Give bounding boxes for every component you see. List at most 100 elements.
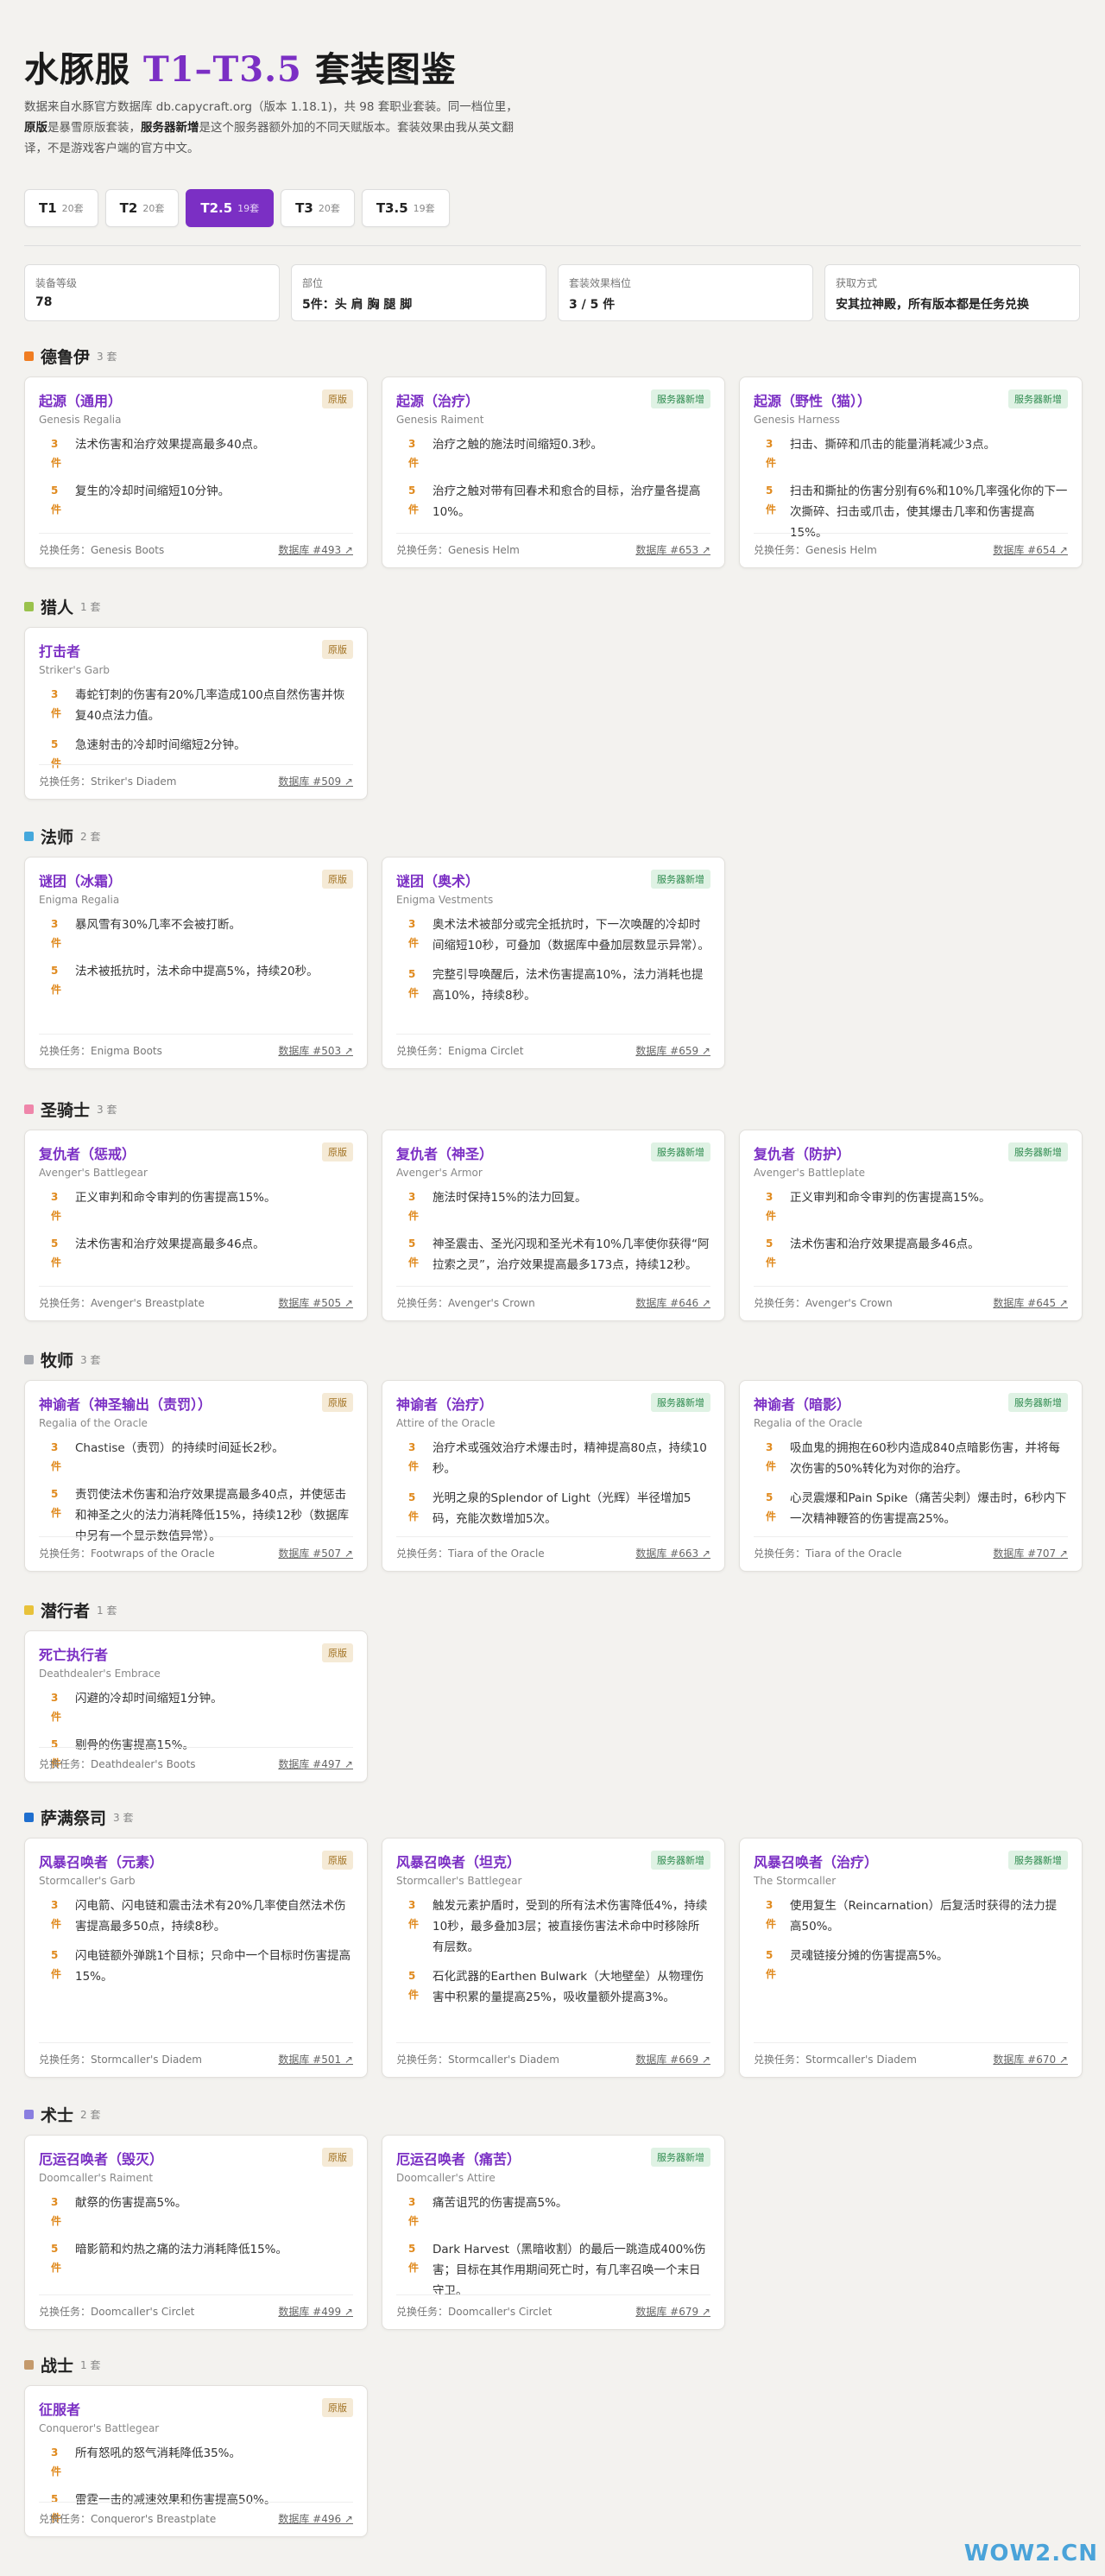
card-footer: 兑换任务：Doomcaller's Circlet 数据库 #499 ↗: [39, 2294, 353, 2319]
set-card: 风暴召唤者（坦克） Stormcaller's Battlegear 服务器新增 3件…: [382, 1838, 725, 2078]
set-english-name: Doomcaller's Attire: [396, 2172, 496, 2184]
set-english-name: Enigma Vestments: [396, 894, 494, 906]
bonus-3pc: 3件 痛苦诅咒的伤害提高5%。: [396, 2193, 710, 2231]
bonus-text: 神圣震击、圣光闪现和圣光术有10%几率使你获得“阿拉索之灵”，治疗效果提高最多1…: [433, 1237, 710, 1272]
card-footer: 兑换任务：Deathdealer's Boots 数据库 #497 ↗: [39, 1747, 353, 1771]
card-footer: 兑换任务：Avenger's Breastplate 数据库 #505 ↗: [39, 1286, 353, 1310]
class-section: 牧师 3 套神谕者（神圣输出（责罚）） Regalia of the Oracle 原…: [24, 1349, 1083, 1572]
tab-t3[interactable]: T3 20套: [281, 189, 355, 227]
bonus-5pc: 5件 石化武器的Earthen Bulwark（大地壁垒）从物理伤害中积累的量提高…: [396, 1966, 710, 2008]
set-card: 厄运召唤者（毁灭） Doomcaller's Raiment 原版 3件 献祭的伤害提高…: [24, 2135, 368, 2330]
section-header: 潜行者 1 套: [24, 1599, 117, 1621]
card-footer: 兑换任务：Striker's Diadem 数据库 #509 ↗: [39, 764, 353, 788]
set-english-name: Stormcaller's Battlegear: [396, 1875, 522, 1887]
database-link[interactable]: 数据库 #505 ↗: [278, 1295, 353, 1310]
bonus-3pc: 3件 法术伤害和治疗效果提高最多40点。: [39, 434, 353, 472]
database-link[interactable]: 数据库 #679 ↗: [635, 2304, 710, 2319]
database-link[interactable]: 数据库 #663 ↗: [635, 1546, 710, 1560]
section-title: 战士: [41, 2356, 74, 2376]
section-count: 1 套: [97, 1604, 117, 1617]
bonus-3pc: 3件 闪避的冷却时间缩短1分钟。: [39, 1688, 353, 1726]
section-title: 牧师: [41, 1351, 74, 1370]
quest-label: 兑换任务：Avenger's Crown: [396, 1297, 535, 1309]
set-card: 神谕者（治疗） Attire of the Oracle 服务器新增 3件 治疗术或强效…: [382, 1380, 725, 1572]
quest-label: 兑换任务：Doomcaller's Circlet: [396, 2306, 552, 2318]
database-link[interactable]: 数据库 #499 ↗: [278, 2304, 353, 2319]
section-header: 圣骑士 3 套: [24, 1098, 117, 1120]
set-card: 谜团（冰霜） Enigma Regalia 原版 3件 暴风雪有30%几率不会被打断。 5…: [24, 857, 368, 1069]
database-link[interactable]: 数据库 #645 ↗: [993, 1295, 1068, 1310]
set-name: 征服者: [39, 2402, 81, 2418]
version-badge: 原版: [322, 640, 353, 659]
class-color-square: [24, 351, 34, 361]
bonus-5pc: 5件 治疗之触对带有回春术和愈合的目标，治疗量各提高10%。: [396, 481, 710, 522]
piece-label: 5件: [51, 2243, 62, 2274]
database-link[interactable]: 数据库 #509 ↗: [278, 774, 353, 788]
version-badge: 服务器新增: [651, 870, 710, 889]
tab-t2-5[interactable]: T2.5 19套: [186, 189, 275, 227]
bonus-text: 法术伤害和治疗效果提高最多40点。: [75, 438, 265, 452]
database-link[interactable]: 数据库 #501 ↗: [278, 2052, 353, 2066]
bonus-text: 正义审判和命令审判的伤害提高15%。: [790, 1191, 991, 1205]
set-english-name: Deathdealer's Embrace: [39, 1668, 161, 1680]
tab-t1[interactable]: T1 20套: [24, 189, 98, 227]
database-link[interactable]: 数据库 #659 ↗: [635, 1043, 710, 1058]
tab-t2[interactable]: T2 20套: [104, 189, 180, 227]
set-english-name: Avenger's Battlegear: [39, 1167, 148, 1179]
card-footer: 兑换任务：Stormcaller's Diadem 数据库 #501 ↗: [39, 2042, 353, 2066]
bonus-5pc: 5件 心灵震爆和Pain Spike（痛苦尖刺）爆击时，6秒内下一次精神鞭笞的伤害…: [754, 1488, 1068, 1529]
bonus-5pc: 5件 光明之泉的Splendor of Light（光辉）半径增加5码，充能次数增…: [396, 1488, 710, 1529]
database-link[interactable]: 数据库 #670 ↗: [993, 2052, 1068, 2066]
set-name: 起源（通用）: [39, 393, 123, 409]
bonus-3pc: 3件 所有怒吼的怒气消耗降低35%。: [39, 2443, 353, 2481]
section-title: 萨满祭司: [41, 1808, 107, 1828]
set-card: 复仇者（惩戒） Avenger's Battlegear 原版 3件 正义审判和命令审判…: [24, 1130, 368, 1321]
set-card: 神谕者（神圣输出（责罚）） Regalia of the Oracle 原版 3件 Ch…: [24, 1380, 368, 1572]
version-badge: 服务器新增: [1008, 1851, 1068, 1870]
bonus-text: 完整引导唤醒后，法术伤害提高10%，法力消耗也提高10%，持续8秒。: [433, 968, 704, 1003]
quest-label: 兑换任务：Stormcaller's Diadem: [39, 2054, 202, 2066]
tab-t3-5[interactable]: T3.5 19套: [361, 189, 450, 227]
database-link[interactable]: 数据库 #653 ↗: [635, 542, 710, 557]
database-link[interactable]: 数据库 #669 ↗: [635, 2052, 710, 2066]
set-card: 谜团（奥术） Enigma Vestments 服务器新增 3件 奥术法术被部分或完全抵…: [382, 857, 725, 1069]
bonus-text: 施法时保持15%的法力回复。: [433, 1191, 587, 1205]
info-item-level: 装备等级 78: [24, 264, 280, 321]
database-link[interactable]: 数据库 #507 ↗: [278, 1546, 353, 1560]
card-footer: 兑换任务：Genesis Helm 数据库 #653 ↗: [396, 533, 710, 557]
card-row: 复仇者（惩戒） Avenger's Battlegear 原版 3件 正义审判和命令审判…: [24, 1130, 1083, 1321]
card-row: 谜团（冰霜） Enigma Regalia 原版 3件 暴风雪有30%几率不会被打断。 5…: [24, 857, 725, 1069]
class-section: 法师 2 套谜团（冰霜） Enigma Regalia 原版 3件 暴风雪有30%几率不会…: [24, 826, 725, 1069]
bonus-text: 灵魂链接分摊的伤害提高5%。: [790, 1949, 949, 1963]
bonus-text: 法术被抵抗时，法术命中提高5%，持续20秒。: [75, 965, 319, 978]
section-count: 2 套: [80, 830, 101, 843]
set-card: 复仇者（防护） Avenger's Battleplate 服务器新增 3件 正义审判和…: [739, 1130, 1083, 1321]
bonus-text: 扫击、撕碎和爪击的能量消耗减少3点。: [790, 438, 996, 452]
quest-label: 兑换任务：Tiara of the Oracle: [754, 1547, 902, 1560]
database-link[interactable]: 数据库 #707 ↗: [993, 1546, 1068, 1560]
database-link[interactable]: 数据库 #654 ↗: [993, 542, 1068, 557]
database-link[interactable]: 数据库 #503 ↗: [278, 1043, 353, 1058]
bonus-text: 治疗之触对带有回春术和愈合的目标，治疗量各提高10%。: [433, 484, 701, 519]
section-count: 3 套: [80, 1353, 101, 1366]
set-english-name: Regalia of the Oracle: [754, 1417, 862, 1429]
set-english-name: Attire of the Oracle: [396, 1417, 496, 1429]
card-footer: 兑换任务：Avenger's Crown 数据库 #646 ↗: [396, 1286, 710, 1310]
bonus-5pc: 5件 完整引导唤醒后，法术伤害提高10%，法力消耗也提高10%，持续8秒。: [396, 965, 710, 1006]
class-section: 萨满祭司 3 套风暴召唤者（元素） Stormcaller's Garb 原版 3件 闪电…: [24, 1807, 1083, 2078]
database-link[interactable]: 数据库 #497 ↗: [278, 1756, 353, 1771]
database-link[interactable]: 数据库 #493 ↗: [278, 542, 353, 557]
set-name: 谜团（冰霜）: [39, 873, 123, 889]
bonus-3pc: 3件 闪电箭、闪电链和震击法术有20%几率使自然法术伤害提高最多50点，持续8秒。: [39, 1896, 353, 1937]
bonus-5pc: 5件 神圣震击、圣光闪现和圣光术有10%几率使你获得“阿拉索之灵”，治疗效果提高最…: [396, 1234, 710, 1275]
piece-label: 5件: [51, 484, 62, 516]
section-header: 牧师 3 套: [24, 1349, 100, 1370]
database-link[interactable]: 数据库 #646 ↗: [635, 1295, 710, 1310]
database-link[interactable]: 数据库 #496 ↗: [278, 2511, 353, 2526]
bonus-text: 法术伤害和治疗效果提高最多46点。: [75, 1237, 265, 1251]
bonus-text: 正义审判和命令审判的伤害提高15%。: [75, 1191, 276, 1205]
quest-label: 兑换任务：Enigma Boots: [39, 1045, 162, 1057]
piece-label: 5件: [408, 2243, 420, 2274]
bonus-text: 痛苦诅咒的伤害提高5%。: [433, 2196, 568, 2210]
piece-label: 3件: [51, 1191, 62, 1222]
